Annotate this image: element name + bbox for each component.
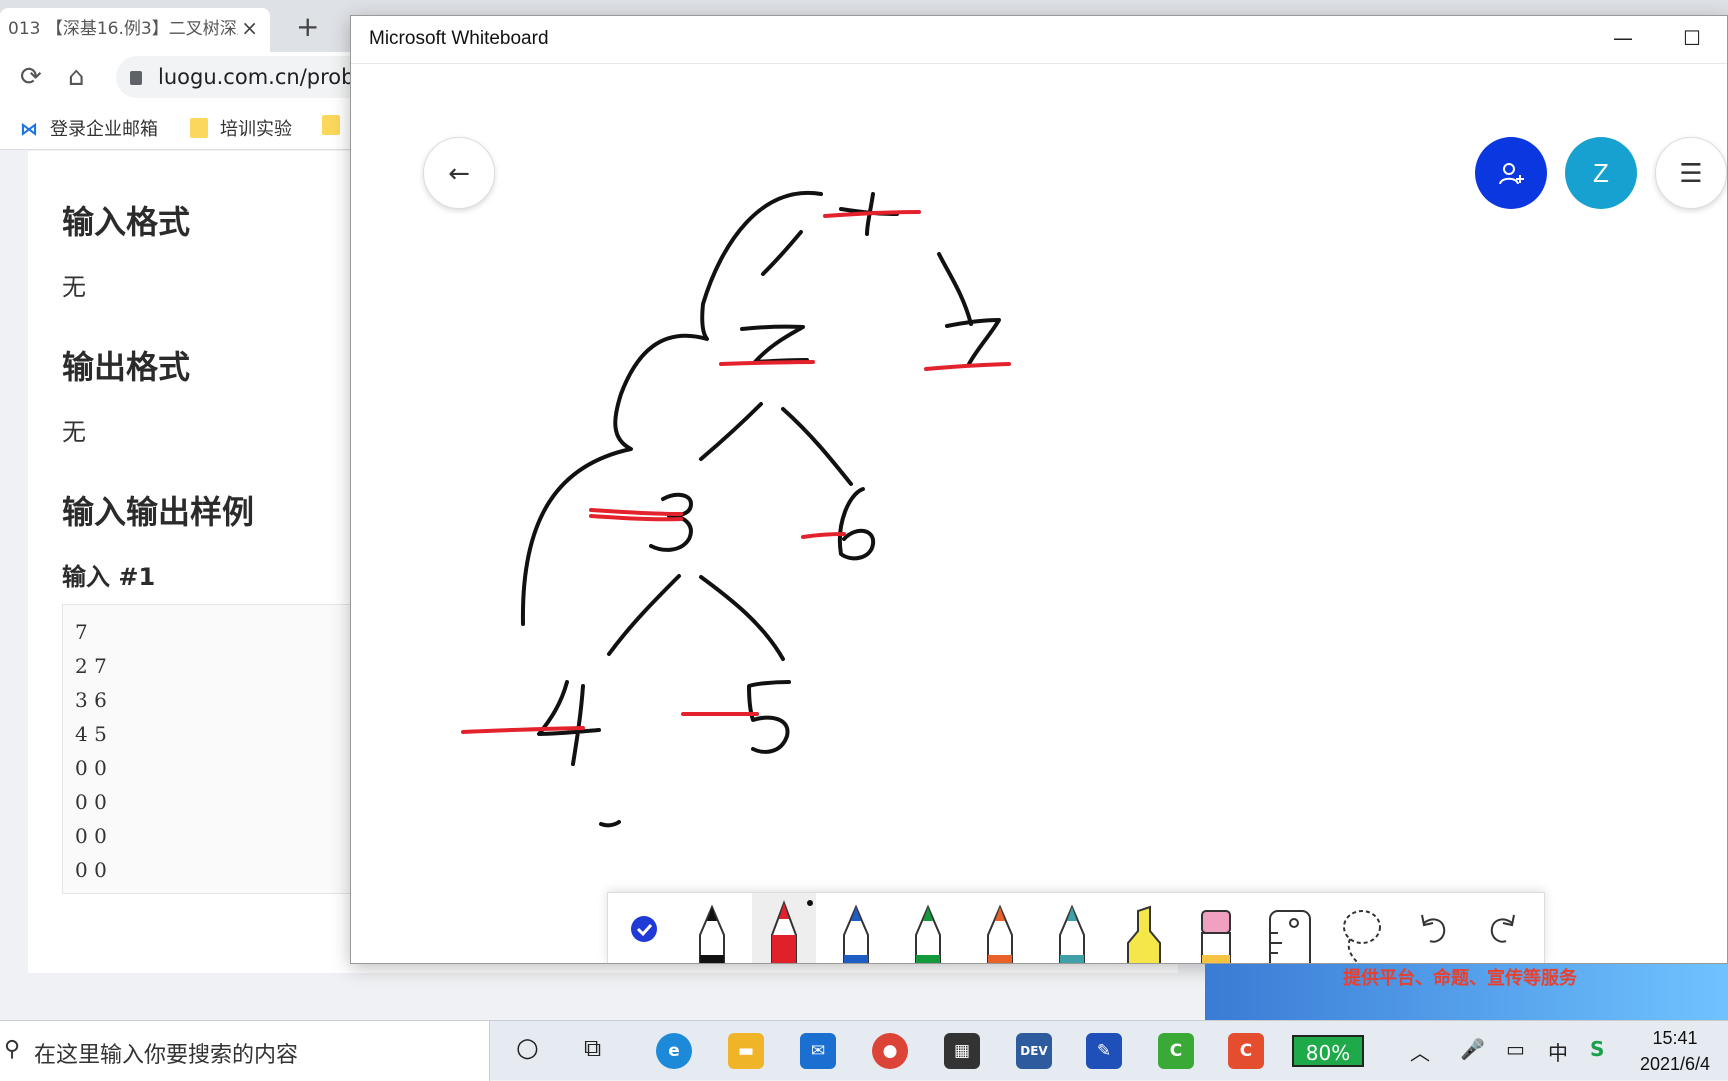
battery-indicator[interactable]: 80% — [1292, 1035, 1364, 1067]
highlighter-tool[interactable] — [1112, 893, 1176, 963]
ink-stroke — [649, 492, 693, 552]
whiteboard-window: Microsoft Whiteboard — ☐ ← Z ☰ — [350, 15, 1728, 964]
mail-icon: ⋈ — [20, 119, 38, 140]
pen-tool[interactable] — [680, 893, 744, 963]
maximize-button[interactable]: ☐ — [1683, 26, 1701, 50]
taskbar: ⚲ 在这里输入你要搜索的内容 ○ ⧉ e ▬ ✉ ● ▦ DEV ✎ C C 8… — [0, 1020, 1728, 1081]
chrome-icon[interactable]: ● — [872, 1033, 908, 1069]
bookmark-label: 培训实验 — [220, 119, 292, 140]
cortana-icon[interactable]: ○ — [516, 1033, 539, 1063]
pen-tool[interactable] — [752, 893, 816, 963]
ink-underline — [719, 360, 815, 366]
pen-tool[interactable] — [1040, 893, 1104, 963]
whiteboard-titlebar: Microsoft Whiteboard — ☐ — [351, 16, 1727, 64]
window-title: Microsoft Whiteboard — [369, 28, 549, 49]
bookmark-folder[interactable]: 培训实验 — [190, 115, 292, 141]
reload-icon[interactable]: ⟳ — [20, 62, 42, 92]
ink-underline — [801, 532, 846, 539]
mail-app-icon[interactable]: ✉ — [800, 1033, 836, 1069]
devcpp-icon[interactable]: DEV — [1016, 1033, 1052, 1069]
ime-indicator[interactable]: 中 — [1548, 1037, 1568, 1066]
store-icon[interactable]: ▦ — [944, 1033, 980, 1069]
clock-time: 15:41 — [1652, 1028, 1698, 1048]
lock-icon — [130, 71, 142, 85]
search-placeholder: 在这里输入你要搜索的内容 — [34, 1043, 299, 1068]
microphone-icon[interactable]: 🎤 — [1460, 1037, 1485, 1061]
redo-icon — [1490, 914, 1515, 943]
ink-toolbar — [607, 892, 1545, 963]
hamburger-icon: ☰ — [1679, 159, 1703, 189]
file-explorer-icon[interactable]: ▬ — [728, 1033, 764, 1069]
ruler-icon — [1269, 910, 1311, 963]
ink-stroke — [740, 324, 809, 364]
arrow-left-icon: ← — [448, 159, 470, 189]
banner-text: 提供平台、命题、宣传等服务 — [1343, 968, 1577, 989]
lasso-icon — [1343, 910, 1381, 963]
ink-stroke — [537, 680, 601, 766]
ink-stroke — [747, 680, 791, 754]
edge-icon[interactable]: e — [656, 1033, 692, 1069]
sogou-icon[interactable]: S — [1590, 1037, 1604, 1061]
ad-banner[interactable]: 提供平台、命题、宣传等服务 — [1205, 964, 1728, 1020]
select-tool[interactable] — [608, 893, 672, 963]
search-icon: ⚲ — [4, 1037, 21, 1062]
whiteboard-app-icon[interactable]: ✎ — [1086, 1033, 1122, 1069]
ink-underline — [823, 210, 921, 218]
ink-underline — [924, 362, 1011, 371]
pen-tool[interactable] — [968, 893, 1032, 963]
chevron-up-icon[interactable]: ︿ — [1410, 1037, 1430, 1066]
undo-button[interactable] — [1400, 893, 1464, 963]
ink-underline — [589, 508, 683, 522]
new-tab-button[interactable]: + — [296, 10, 319, 43]
ink-stroke — [937, 252, 1001, 366]
folder-icon — [322, 115, 340, 135]
eraser-icon — [1201, 910, 1231, 963]
folder-icon — [190, 118, 208, 138]
recorder-icon[interactable]: C — [1228, 1033, 1264, 1069]
pen-icon — [987, 904, 1013, 963]
invite-button[interactable] — [1475, 137, 1547, 209]
tab-title: 013 【深基16.例3】二叉树深度 — [8, 19, 238, 39]
home-icon[interactable]: ⌂ — [68, 62, 85, 92]
pen-icon — [843, 904, 869, 963]
eraser-tool[interactable] — [1184, 893, 1248, 963]
battery-icon[interactable]: ▭ — [1506, 1037, 1525, 1061]
undo-icon — [1421, 914, 1446, 943]
back-button[interactable]: ← — [423, 137, 495, 209]
tab-close-icon[interactable]: × — [241, 16, 258, 40]
menu-button[interactable]: ☰ — [1655, 137, 1727, 209]
pen-icon — [915, 904, 941, 963]
bookmark-folder[interactable] — [322, 115, 352, 137]
ink-stroke — [761, 192, 899, 276]
clock-date: 2021/6/4 — [1640, 1054, 1711, 1074]
ink-stroke — [607, 574, 785, 661]
clock[interactable]: 15:41 2021/6/4 — [1640, 1025, 1710, 1077]
highlighter-icon — [1127, 905, 1161, 963]
camtasia-icon[interactable]: C — [1158, 1033, 1194, 1069]
add-person-icon — [1499, 162, 1524, 184]
ink-stroke — [599, 820, 621, 828]
taskbar-search[interactable]: ⚲ 在这里输入你要搜索的内容 — [0, 1021, 490, 1081]
pen-tool[interactable] — [896, 893, 960, 963]
bookmark-mail[interactable]: ⋈ 登录企业邮箱 — [20, 115, 158, 141]
ruler-tool[interactable] — [1256, 893, 1320, 963]
pen-icon — [699, 904, 725, 963]
browser-tab[interactable]: 013 【深基16.例3】二叉树深度 × — [0, 8, 270, 52]
ink-stroke — [837, 487, 876, 561]
bookmark-label: 登录企业邮箱 — [50, 119, 158, 140]
ink-stroke — [699, 402, 853, 486]
pen-icon — [771, 900, 813, 963]
lasso-tool[interactable] — [1328, 893, 1392, 963]
minimize-button[interactable]: — — [1613, 26, 1633, 50]
avatar[interactable]: Z — [1565, 137, 1637, 209]
pen-icon — [1059, 904, 1085, 963]
redo-button[interactable] — [1472, 893, 1536, 963]
pen-tool[interactable] — [824, 893, 888, 963]
checkmark-icon — [631, 916, 657, 942]
task-view-icon[interactable]: ⧉ — [584, 1034, 601, 1062]
